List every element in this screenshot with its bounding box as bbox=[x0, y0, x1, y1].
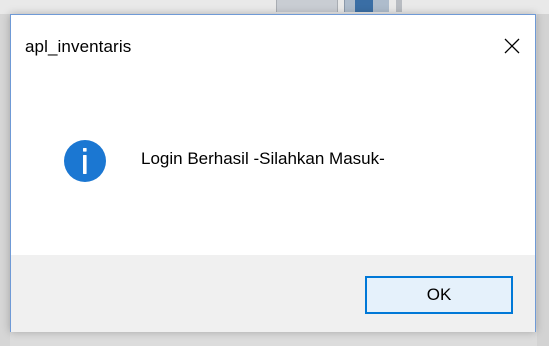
dialog-content: Login Berhasil -Silahkan Masuk- bbox=[11, 77, 535, 255]
close-button[interactable] bbox=[489, 15, 535, 77]
ok-button-label: OK bbox=[426, 285, 452, 304]
background-window-left-edge bbox=[0, 0, 10, 346]
background-toolbar-item bbox=[276, 0, 338, 12]
close-icon bbox=[504, 38, 520, 54]
background-toolbar-item bbox=[344, 0, 389, 12]
background-toolbar-item bbox=[396, 0, 402, 12]
message-box-dialog: apl_inventaris Login Berhasil -Silahkan … bbox=[10, 14, 536, 332]
background-window-right-edge bbox=[537, 0, 549, 346]
dialog-titlebar[interactable]: apl_inventaris bbox=[11, 15, 535, 77]
info-icon bbox=[64, 140, 106, 182]
ok-button[interactable]: OK bbox=[365, 276, 513, 314]
dialog-message: Login Berhasil -Silahkan Masuk- bbox=[141, 149, 385, 168]
dialog-button-bar: OK bbox=[11, 255, 535, 332]
background-window-strip bbox=[0, 0, 549, 14]
dialog-title: apl_inventaris bbox=[25, 37, 132, 56]
